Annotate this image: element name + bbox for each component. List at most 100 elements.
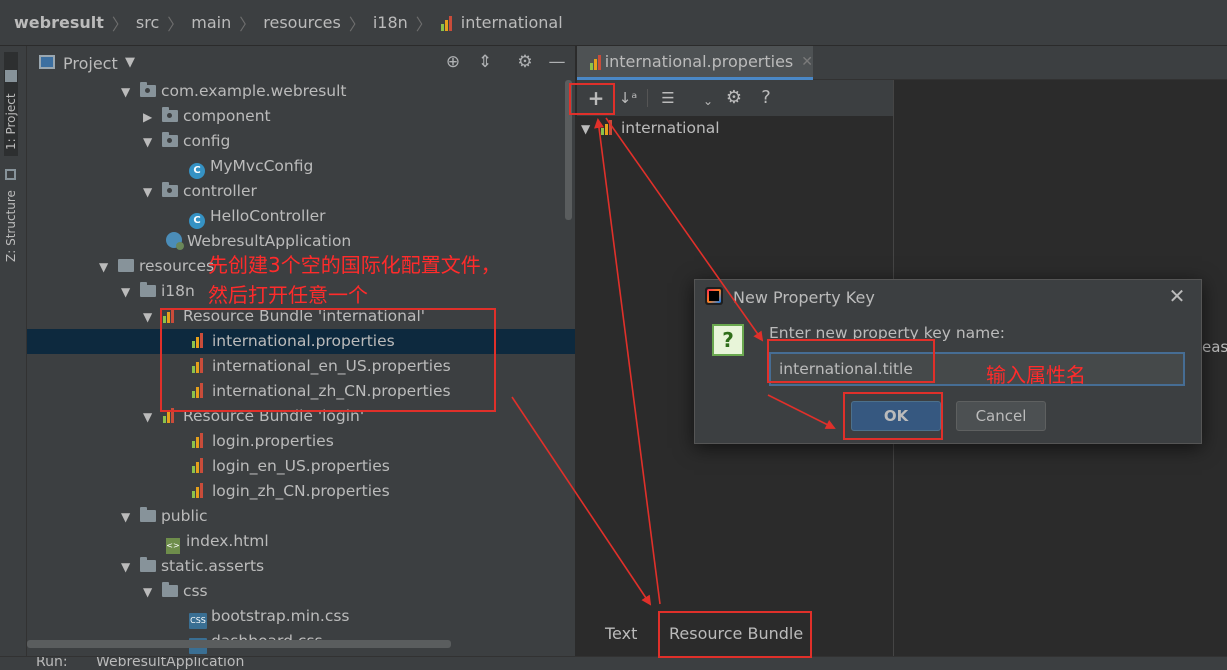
tree-item-folder[interactable]: ▼ css [143, 579, 208, 604]
group-by-icon[interactable]: ☰ [657, 86, 679, 110]
tree-item-label: index.html [186, 532, 269, 550]
annotation-box-input [767, 339, 935, 383]
annotation-box-property-files [160, 308, 496, 412]
breadcrumb-item-main[interactable]: main [191, 13, 231, 32]
tree-item-bundle-root[interactable]: ▼ international [581, 116, 720, 141]
annotation-box-ok-button [843, 392, 943, 440]
folder-icon [5, 69, 17, 82]
tab-text[interactable]: Text [605, 624, 637, 643]
hide-icon[interactable]: — [547, 52, 567, 72]
gear-icon[interactable]: ⚙ [723, 86, 745, 110]
tree-item-package[interactable]: ▼ config [143, 129, 230, 154]
chevron-down-icon[interactable]: ▼ [143, 580, 157, 605]
breadcrumb-item-src[interactable]: src [136, 13, 159, 32]
annotation-note-line2: 然后打开任意一个 [208, 283, 368, 307]
tree-item-label: css [182, 582, 208, 600]
breadcrumb-item-resources[interactable]: resources [263, 13, 341, 32]
tree-item-package[interactable]: ▼ controller [143, 179, 257, 204]
chevron-down-icon[interactable]: ▼ [121, 280, 135, 305]
help-icon[interactable]: ? [755, 86, 777, 110]
breadcrumb: webresult 〉 src 〉 main 〉 resources 〉 i18… [0, 0, 1227, 46]
run-tool-strip: Run: WebresultApplication [0, 656, 1227, 670]
tree-item-html[interactable]: <> index.html [166, 529, 269, 554]
annotation-box-resource-bundle-tab [658, 611, 812, 658]
tab-structure-label: Z: Structure [4, 190, 18, 262]
close-icon[interactable]: ✕ [1165, 284, 1189, 308]
tool-window-strip: 1: Project Z: Structure [0, 46, 27, 656]
tab-project-label: 1: Project [4, 93, 18, 150]
tree-item-label: login_en_US.properties [212, 457, 390, 475]
properties-file-icon [191, 457, 207, 473]
project-panel-title[interactable]: Project [63, 54, 118, 73]
breadcrumb-item-international[interactable]: international [440, 13, 563, 32]
breadcrumb-separator: 〉 [167, 14, 184, 34]
resources-folder-icon [117, 259, 134, 272]
breadcrumb-item-i18n[interactable]: i18n [373, 13, 408, 32]
tree-item-properties[interactable]: login_en_US.properties [191, 454, 390, 479]
tree-item-folder[interactable]: ▼ i18n [121, 279, 195, 304]
chevron-down-icon[interactable]: ▼ [99, 255, 113, 280]
tree-item-properties[interactable]: login.properties [191, 429, 334, 454]
tree-item-package[interactable]: ▶ component [143, 104, 271, 129]
tree-item-folder[interactable]: ▼ resources [99, 254, 214, 279]
chevron-down-icon[interactable]: ▼ [121, 80, 135, 105]
spring-boot-class-icon [166, 232, 184, 250]
chevron-down-icon[interactable]: ▼ [125, 55, 135, 70]
tab-structure[interactable]: Z: Structure [4, 162, 18, 262]
tree-item-folder[interactable]: ▼ static.asserts [121, 554, 264, 579]
breadcrumb-separator: 〉 [239, 14, 256, 34]
clipped-text: eas [1202, 338, 1227, 356]
tree-item-label: login_zh_CN.properties [212, 482, 390, 500]
chevron-down-icon[interactable]: ▼ [143, 305, 157, 330]
breadcrumb-separator: 〉 [415, 14, 432, 34]
run-label: Run: [36, 656, 68, 670]
project-view-icon [39, 55, 55, 69]
breadcrumb-item-project[interactable]: webresult [14, 13, 104, 32]
tree-horizontal-scrollbar[interactable] [27, 640, 451, 648]
tree-item-class[interactable]: C MyMvcConfig [189, 154, 313, 179]
chevron-down-icon[interactable]: ▼ [143, 180, 157, 205]
tree-item-label: login.properties [212, 432, 334, 450]
sort-alpha-icon[interactable]: ↓ᵃ [617, 86, 639, 110]
cancel-button[interactable]: Cancel [956, 401, 1046, 431]
resource-bundle-toolbar: + ↓ᵃ ☰ ⌄ ⚙ ? [577, 80, 893, 116]
css-file-icon: CSS [189, 613, 207, 629]
chevron-down-icon[interactable]: ▼ [121, 505, 135, 530]
editor-tab-international-properties[interactable]: international.properties ✕ [577, 46, 813, 80]
tree-item-package[interactable]: ▼ com.example.webresult [121, 79, 347, 104]
chevron-down-icon[interactable]: ⌄ [701, 89, 715, 113]
tree-item-properties[interactable]: login_zh_CN.properties [191, 479, 390, 504]
tree-item-label: WebresultApplication [187, 232, 352, 250]
resource-bundle-icon [440, 15, 456, 31]
tree-item-label: international [620, 119, 720, 137]
tree-item-label: static.asserts [160, 557, 265, 575]
tree-item-class[interactable]: C HelloController [189, 204, 326, 229]
folder-icon [139, 507, 156, 522]
annotation-note-input: 输入属性名 [986, 363, 1086, 387]
chevron-down-icon[interactable]: ▼ [581, 117, 595, 142]
close-icon[interactable]: ✕ [801, 54, 813, 70]
package-icon [161, 182, 178, 197]
collapse-all-icon[interactable]: ⇕ [475, 52, 495, 72]
chevron-right-icon[interactable]: ▶ [143, 105, 157, 130]
tree-item-label: i18n [160, 282, 195, 300]
locate-icon[interactable]: ⊕ [443, 52, 463, 72]
chevron-down-icon[interactable]: ▼ [143, 130, 157, 155]
properties-file-icon [191, 482, 207, 498]
tree-item-label: resources [138, 257, 215, 275]
tree-item-folder[interactable]: ▼ public [121, 504, 208, 529]
tab-project[interactable]: 1: Project [4, 52, 18, 156]
chevron-down-icon[interactable]: ▼ [143, 405, 157, 430]
folder-icon [139, 282, 156, 297]
run-config-label[interactable]: WebresultApplication [96, 657, 244, 670]
package-icon [161, 132, 178, 147]
breadcrumb-separator: 〉 [111, 14, 128, 34]
question-icon: ? [712, 324, 744, 356]
annotation-box-add-button [569, 83, 615, 115]
chevron-down-icon[interactable]: ▼ [121, 555, 135, 580]
gear-icon[interactable]: ⚙ [515, 52, 535, 72]
tree-item-label: public [160, 507, 208, 525]
tree-item-css[interactable]: CSS bootstrap.min.css [189, 604, 350, 629]
breadcrumb-separator: 〉 [348, 14, 365, 34]
tree-item-label: controller [182, 182, 257, 200]
